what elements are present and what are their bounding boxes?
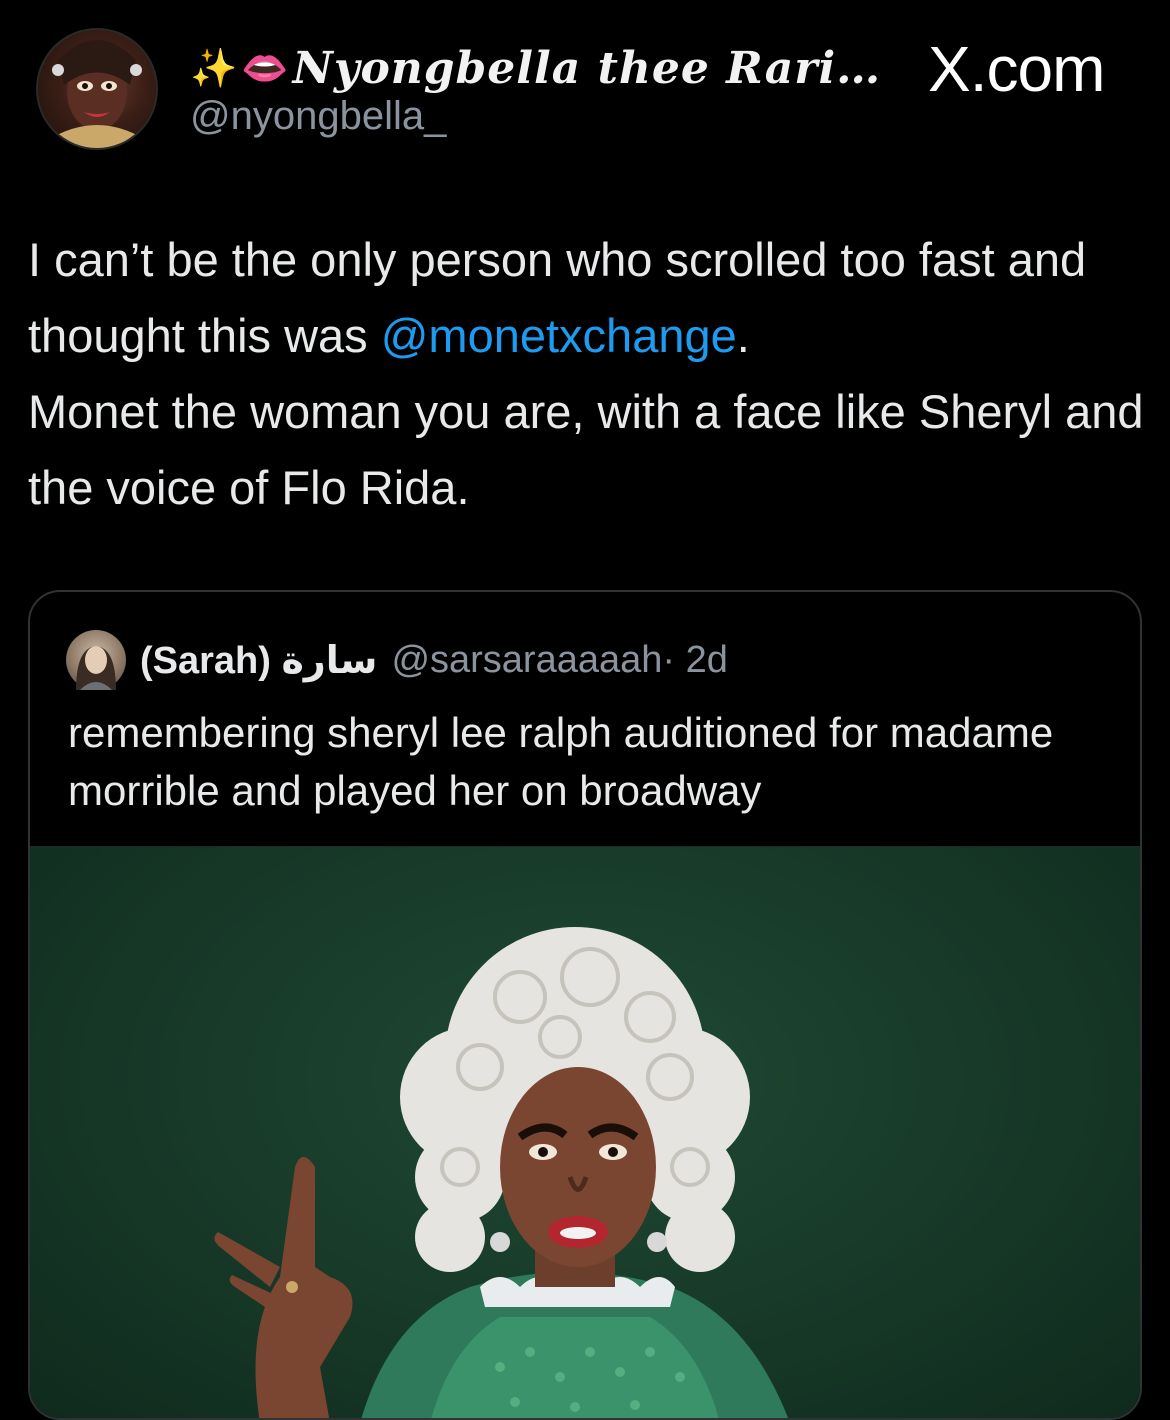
quoted-author-handle[interactable]: @sarsaraaaaah [391, 639, 662, 682]
post-text-line2: Monet the woman you are, with a face lik… [28, 385, 1144, 514]
mention-link[interactable]: @monetxchange [381, 309, 737, 362]
quoted-author-avatar[interactable] [66, 630, 126, 690]
quoted-post-time: · 2d [662, 638, 728, 681]
quoted-post-photo[interactable] [30, 846, 1140, 1418]
lips-emoji: 👄 [241, 46, 289, 90]
author-avatar-image [48, 40, 146, 148]
quoted-author-name[interactable]: (Sarah) سارة [140, 638, 377, 683]
quoted-post-card[interactable]: (Sarah) سارة @sarsaraaaaah · 2d remember… [28, 590, 1142, 1420]
author-avatar[interactable] [36, 28, 158, 150]
post-text-line1: I can’t be the only person who scrolled … [28, 222, 1148, 374]
quoted-post-header: (Sarah) سارة @sarsaraaaaah · 2d [66, 628, 728, 692]
quoted-author-avatar-image [76, 646, 116, 690]
post-text-punctuation: . [736, 309, 750, 362]
author-display-name[interactable]: Nyongbella thee Rari… [293, 43, 882, 94]
post-text: I can’t be the only person who scrolled … [28, 222, 1148, 526]
author-handle[interactable]: @nyongbella_ [190, 94, 446, 139]
author-name-row[interactable]: ✨ 👄 Nyongbella thee Rari… [190, 38, 881, 98]
performer-photo-illustration [214, 927, 788, 1418]
sparkles-emoji: ✨ [190, 46, 238, 90]
post-header: ✨ 👄 Nyongbella thee Rari… @nyongbella_ X… [0, 0, 1170, 170]
source-label: X.com [928, 33, 1105, 105]
quoted-post-text: remembering sheryl lee ralph auditioned … [68, 709, 1054, 814]
